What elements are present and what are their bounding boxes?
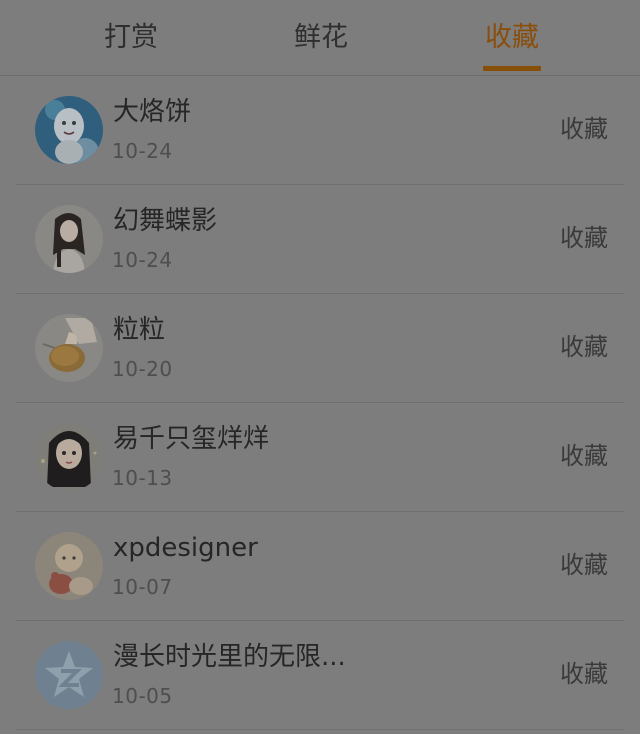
user-name: 大烙饼 bbox=[113, 97, 192, 127]
anime-girl-avatar[interactable] bbox=[35, 423, 103, 491]
record-type: 收藏 bbox=[560, 224, 608, 252]
active-tab-indicator bbox=[483, 66, 541, 71]
tab-bar: 打赏 鲜花 收藏 bbox=[0, 0, 640, 76]
tab-flowers[interactable]: 鲜花 bbox=[294, 20, 348, 56]
baby-photo-avatar[interactable] bbox=[35, 532, 103, 600]
record-type: 收藏 bbox=[560, 551, 608, 579]
record-date: 10-07 bbox=[112, 575, 173, 599]
record-type: 收藏 bbox=[560, 333, 608, 361]
record-type: 收藏 bbox=[560, 115, 608, 143]
list-item[interactable]: 幻舞蝶影 10-24 收藏 bbox=[16, 185, 624, 294]
record-date: 10-24 bbox=[112, 139, 173, 163]
user-name: xpdesigner bbox=[113, 533, 258, 563]
record-date: 10-24 bbox=[112, 248, 173, 272]
list-item[interactable]: 粒粒 10-20 收藏 bbox=[16, 294, 624, 403]
list-item[interactable]: xpdesigner 10-07 收藏 bbox=[16, 512, 624, 621]
tab-reward[interactable]: 打赏 bbox=[104, 20, 158, 56]
tab-favorites[interactable]: 收藏 bbox=[485, 20, 539, 56]
user-name: 粒粒 bbox=[113, 315, 166, 345]
favorites-list: 大烙饼 10-24 收藏 幻舞蝶影 10-24 收藏 粒粒 10-20 收藏 易… bbox=[0, 76, 640, 730]
user-name: 漫长时光里的无限... bbox=[113, 642, 346, 672]
list-item[interactable]: 漫长时光里的无限... 10-05 收藏 bbox=[16, 621, 624, 730]
list-item[interactable]: 易千只玺烊烊 10-13 收藏 bbox=[16, 403, 624, 512]
record-type: 收藏 bbox=[560, 660, 608, 688]
cartoon-character-avatar[interactable] bbox=[35, 96, 103, 164]
bread-photo-avatar[interactable] bbox=[35, 314, 103, 382]
user-name: 幻舞蝶影 bbox=[113, 206, 218, 236]
default-qzone-avatar[interactable] bbox=[35, 641, 103, 709]
list-item[interactable]: 大烙饼 10-24 收藏 bbox=[16, 76, 624, 185]
reward-list-screen: 打赏 鲜花 收藏 大烙饼 10-24 收藏 幻舞蝶影 10-24 收藏 粒粒 1… bbox=[0, 0, 640, 734]
record-date: 10-20 bbox=[112, 357, 173, 381]
record-type: 收藏 bbox=[560, 442, 608, 470]
user-name: 易千只玺烊烊 bbox=[113, 424, 270, 454]
record-date: 10-13 bbox=[112, 466, 173, 490]
girl-photo-avatar[interactable] bbox=[35, 205, 103, 273]
record-date: 10-05 bbox=[112, 684, 173, 708]
